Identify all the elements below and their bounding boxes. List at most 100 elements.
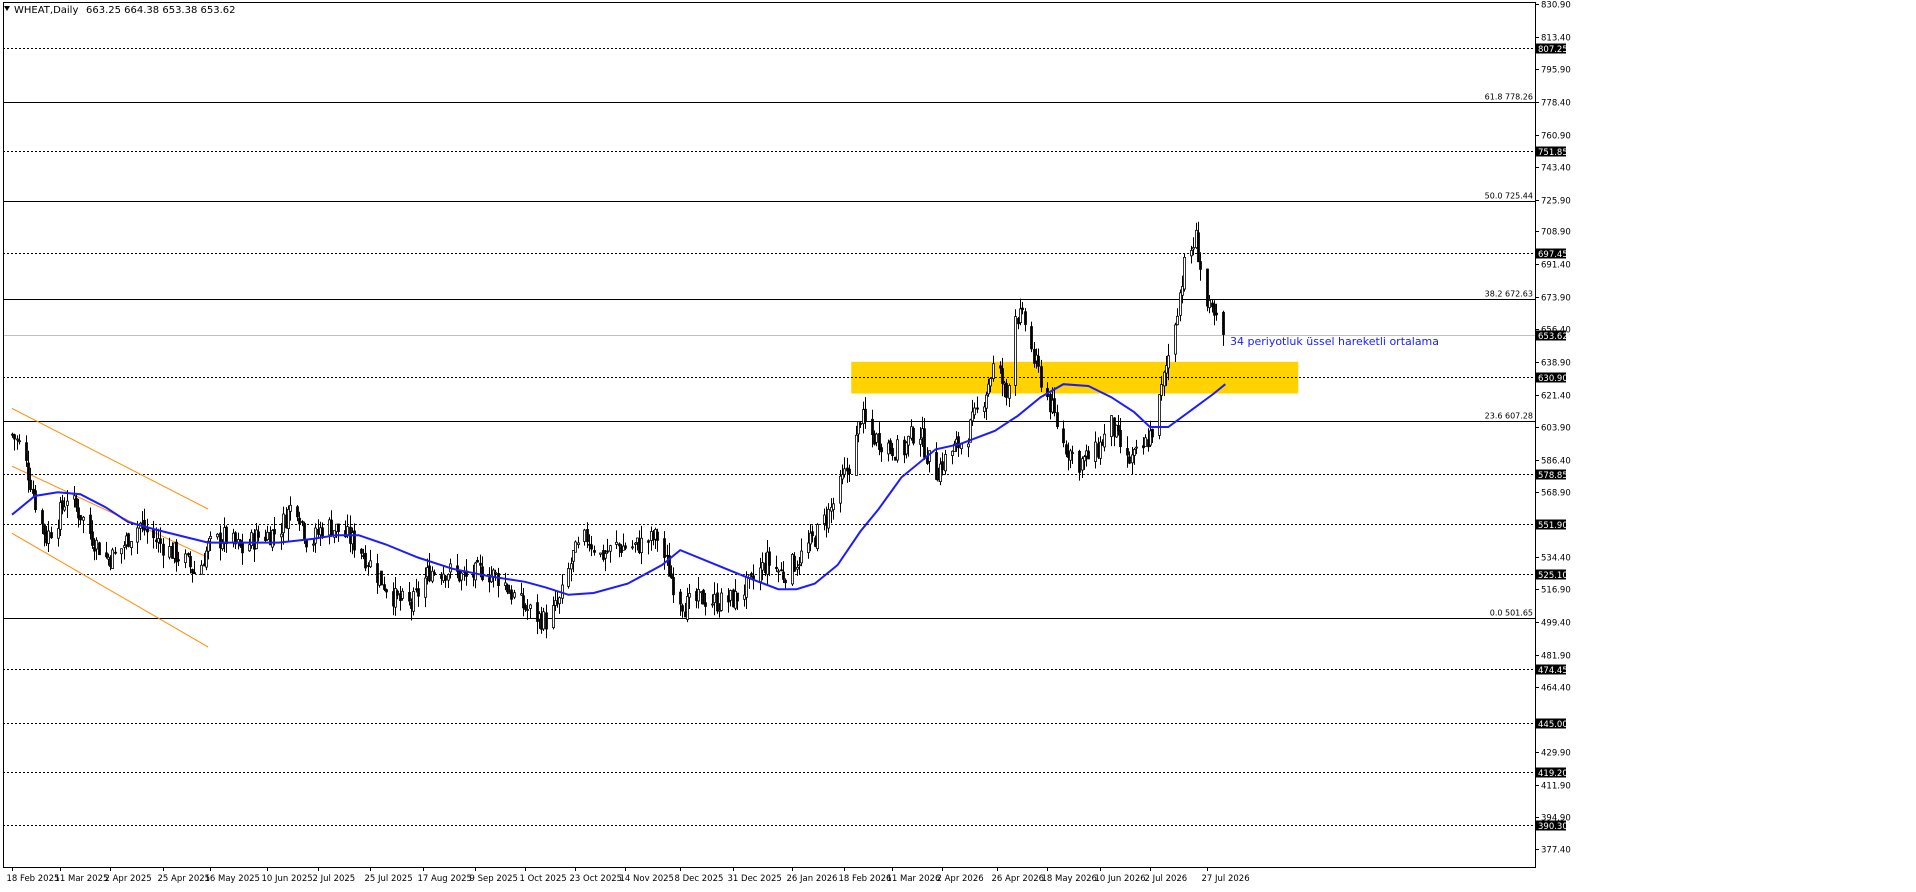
candle-body bbox=[919, 438, 922, 445]
candle-body bbox=[1197, 232, 1200, 263]
time-tick-label: 10 Jun 2025 bbox=[262, 874, 313, 884]
price-tick-label: 394.90 bbox=[1541, 814, 1571, 824]
candle-body bbox=[923, 428, 926, 458]
level-price-label: 630.90 bbox=[1538, 374, 1568, 384]
candle-body bbox=[1021, 307, 1024, 310]
candle-body bbox=[688, 593, 691, 598]
price-tick-label: 725.90 bbox=[1541, 197, 1571, 207]
candle-body bbox=[98, 542, 101, 556]
candle-body bbox=[481, 566, 484, 581]
candle-body bbox=[574, 541, 577, 553]
candle-body bbox=[992, 363, 995, 379]
candle-body bbox=[216, 533, 219, 538]
candle-body bbox=[205, 550, 208, 568]
candle-body bbox=[1179, 292, 1182, 316]
candle-body bbox=[1174, 324, 1177, 355]
candle-body bbox=[798, 564, 801, 567]
candle-body bbox=[736, 592, 739, 602]
time-tick-label: 9 Sep 2025 bbox=[470, 874, 518, 884]
candle-body bbox=[880, 447, 883, 453]
candle-body bbox=[593, 550, 596, 553]
candle-body bbox=[159, 538, 162, 544]
candle-body bbox=[891, 448, 894, 456]
candle-body bbox=[807, 542, 810, 554]
candle-body bbox=[280, 533, 283, 538]
price-tick-label: 516.90 bbox=[1541, 586, 1571, 596]
candle-body bbox=[346, 526, 349, 536]
candle-body bbox=[401, 590, 404, 599]
candle-body bbox=[257, 531, 260, 538]
candle-body bbox=[79, 514, 82, 521]
candle-body bbox=[27, 462, 30, 481]
candle-body bbox=[896, 439, 899, 461]
candle-body bbox=[631, 546, 634, 549]
candle-body bbox=[935, 452, 938, 480]
candle-body bbox=[656, 531, 659, 541]
candle-body bbox=[615, 541, 618, 545]
price-tick-label: 830.90 bbox=[1541, 1, 1571, 11]
candle-body bbox=[91, 531, 94, 546]
candle-body bbox=[604, 553, 607, 559]
level-price-label: 807.25 bbox=[1538, 45, 1568, 55]
candle-body bbox=[1053, 398, 1056, 414]
candle-body bbox=[1014, 316, 1017, 386]
time-tick-label: 11 Mar 2025 bbox=[55, 874, 109, 884]
price-tick-label: 673.90 bbox=[1541, 294, 1571, 304]
candle-body bbox=[200, 564, 203, 575]
candle-body bbox=[41, 510, 44, 525]
candle-body bbox=[474, 562, 477, 581]
chart: 807.25 751.85 697.45 630.90 578.85 551.90 525.… bbox=[0, 0, 1916, 888]
ohlc-readout: 663.25 664.38 653.38 653.62 bbox=[86, 5, 236, 16]
candle-body bbox=[127, 533, 130, 547]
candle-body bbox=[120, 548, 123, 555]
candle-body bbox=[957, 436, 960, 449]
price-tick-label: 743.40 bbox=[1541, 164, 1571, 174]
level-price-label: 751.85 bbox=[1538, 148, 1568, 158]
candle-body bbox=[750, 573, 753, 575]
candle-body bbox=[123, 545, 126, 548]
candle-body bbox=[513, 592, 516, 598]
candle-body bbox=[590, 544, 593, 550]
candle-body bbox=[189, 556, 192, 568]
candle-body bbox=[114, 551, 117, 554]
candle-body bbox=[1078, 450, 1081, 473]
candle-body bbox=[1144, 437, 1147, 447]
fib-label: 23.6 607.28 bbox=[1485, 412, 1533, 421]
candle-body bbox=[146, 528, 149, 533]
candle-body bbox=[360, 548, 363, 554]
candle-body bbox=[433, 572, 436, 575]
candle-body bbox=[428, 565, 431, 582]
candle-body bbox=[82, 516, 85, 521]
price-tick-label: 691.40 bbox=[1541, 261, 1571, 271]
candle-body bbox=[29, 479, 32, 490]
candle-body bbox=[816, 524, 819, 549]
candle-body bbox=[408, 592, 411, 602]
price-tick-label: 499.40 bbox=[1541, 619, 1571, 629]
candle-body bbox=[1040, 366, 1043, 388]
candle-body bbox=[25, 442, 28, 461]
candle-body bbox=[1128, 456, 1131, 464]
candle-body bbox=[1024, 311, 1027, 325]
candle-body bbox=[162, 543, 165, 556]
price-chart[interactable]: 807.25 751.85 697.45 630.90 578.85 551.90 525.… bbox=[0, 0, 1916, 888]
price-tick-label: 586.40 bbox=[1541, 457, 1571, 467]
candle-body bbox=[985, 394, 988, 409]
candle-body bbox=[1110, 415, 1113, 438]
candle-body bbox=[296, 506, 299, 518]
candle-body bbox=[301, 521, 304, 523]
candle-body bbox=[1119, 430, 1122, 447]
candle-body bbox=[1008, 385, 1011, 399]
candle-body bbox=[871, 418, 874, 436]
time-tick-label: 27 Jul 2026 bbox=[1202, 874, 1250, 884]
candle-body bbox=[1222, 311, 1225, 335]
candle-body bbox=[1215, 312, 1218, 316]
price-tick-label: 708.90 bbox=[1541, 228, 1571, 238]
candle-body bbox=[105, 552, 108, 558]
candle-body bbox=[412, 591, 415, 612]
candle-body bbox=[999, 365, 1002, 369]
candle-body bbox=[976, 407, 979, 410]
candle-body bbox=[1131, 454, 1134, 464]
candle-body bbox=[447, 574, 450, 581]
candle-body bbox=[57, 528, 60, 539]
candle-body bbox=[839, 475, 842, 504]
